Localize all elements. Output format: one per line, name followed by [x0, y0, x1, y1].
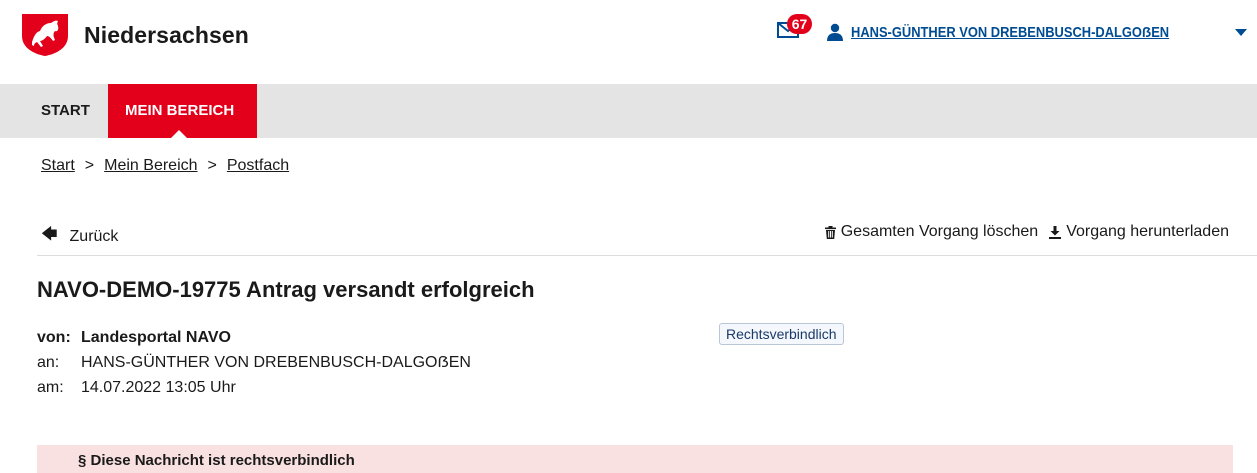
legal-notice-banner: § Diese Nachricht ist rechtsverbindlich — [37, 445, 1233, 473]
back-link[interactable]: 🡄 Zurück — [41, 223, 118, 250]
meta-from-row: von: Landesportal NAVO — [37, 325, 471, 350]
divider — [37, 255, 1257, 256]
breadcrumb-postfach[interactable]: Postfach — [227, 157, 289, 174]
message-title: NAVO-DEMO-19775 Antrag versandt erfolgre… — [37, 277, 535, 302]
download-case-button[interactable]: Vorgang herunterladen — [1049, 223, 1229, 241]
delete-case-label: Gesamten Vorgang löschen — [840, 223, 1039, 240]
meta-from-key: von: — [37, 329, 71, 346]
nav-item-mein-bereich[interactable]: MEIN BEREICH — [108, 84, 257, 138]
message-actions: Gesamten Vorgang löschen Vorgang herunte… — [824, 223, 1229, 241]
unread-count-badge: 67 — [787, 14, 812, 34]
user-name-link[interactable]: HANS-GÜNTHER VON DREBENBUSCH-DALGOẞEN — [851, 24, 1180, 41]
meta-to-value: HANS-GÜNTHER VON DREBENBUSCH-DALGOẞEN — [81, 354, 471, 371]
breadcrumb: Start > Mein Bereich > Postfach — [41, 157, 289, 175]
meta-date-key: am: — [37, 379, 64, 396]
mailbox-button[interactable]: 67 — [777, 14, 817, 44]
meta-date-value: 14.07.2022 13:05 Uhr — [81, 379, 236, 396]
breadcrumb-mein-bereich[interactable]: Mein Bereich — [104, 157, 197, 174]
back-label: Zurück — [69, 227, 119, 245]
breadcrumb-separator: > — [207, 157, 217, 174]
site-header: Niedersachsen 67 HANS-GÜNTHER VON DREBEN… — [0, 0, 1257, 84]
main-navigation: START MEIN BEREICH — [0, 84, 1257, 138]
arrow-left-icon: 🡄 — [41, 226, 58, 243]
chevron-down-icon[interactable] — [1235, 28, 1247, 36]
meta-to-key: an: — [37, 354, 60, 371]
legally-binding-badge: Rechtsverbindlich — [719, 323, 844, 345]
breadcrumb-start[interactable]: Start — [41, 157, 75, 174]
meta-date-row: am: 14.07.2022 13:05 Uhr — [37, 375, 471, 400]
nav-item-label: MEIN BEREICH — [125, 102, 235, 119]
meta-to-row: an: HANS-GÜNTHER VON DREBENBUSCH-DALGOẞE… — [37, 350, 471, 375]
download-icon — [1049, 225, 1062, 239]
breadcrumb-separator: > — [84, 157, 95, 174]
active-indicator — [171, 130, 187, 138]
niedersachsen-horse-logo[interactable] — [20, 12, 70, 56]
user-menu[interactable]: HANS-GÜNTHER VON DREBENBUSCH-DALGOẞEN — [827, 23, 1247, 41]
download-case-label: Vorgang herunterladen — [1066, 223, 1229, 240]
delete-case-button[interactable]: Gesamten Vorgang löschen — [824, 223, 1039, 241]
trash-icon — [824, 225, 836, 239]
meta-from-value: Landesportal NAVO — [81, 329, 231, 346]
nav-item-start[interactable]: START — [27, 84, 104, 138]
user-icon — [827, 23, 843, 41]
message-meta: von: Landesportal NAVO an: HANS-GÜNTHER … — [37, 325, 471, 400]
brand-name: Niedersachsen — [84, 22, 249, 48]
